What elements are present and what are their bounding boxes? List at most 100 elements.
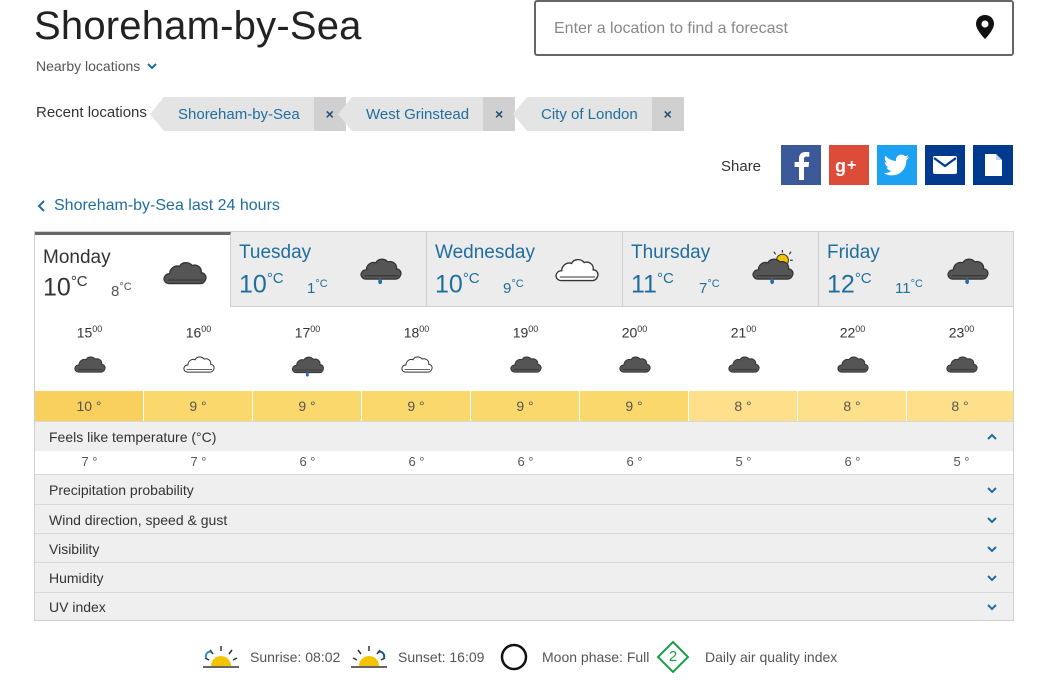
recent-locations-label: Recent locations bbox=[36, 104, 147, 121]
day-tab-monday[interactable]: Monday 10°C 8°C bbox=[35, 232, 231, 307]
day-low-temp: 1°C bbox=[307, 278, 328, 297]
sunrise-icon bbox=[203, 646, 239, 668]
cloudy-icon bbox=[163, 261, 207, 285]
last-24-hours-link[interactable]: Shoreham-by-Sea last 24 hours bbox=[36, 197, 280, 215]
day-summary-footer: Sunrise: 08:02 Sunset: 16:09 Moon phase:… bbox=[0, 640, 1050, 674]
chevron-down-icon bbox=[987, 575, 997, 582]
hour-temperature: 9 ° bbox=[253, 391, 361, 421]
nearby-locations-toggle[interactable]: Nearby locations bbox=[36, 58, 158, 74]
feels-like-value: 6 ° bbox=[299, 454, 316, 469]
humidity-section-toggle[interactable]: Humidity bbox=[35, 562, 1013, 592]
recent-location-link[interactable]: Shoreham-by-Sea bbox=[164, 97, 314, 131]
remove-location-button[interactable]: × bbox=[651, 97, 684, 131]
hour-label: 2100 bbox=[730, 324, 757, 341]
precipitation-label: Precipitation probability bbox=[49, 482, 194, 498]
sunset-text: Sunset: 16:09 bbox=[398, 649, 485, 665]
recent-location-link[interactable]: City of London bbox=[527, 97, 652, 131]
email-share-button[interactable] bbox=[925, 145, 965, 185]
chevron-left-icon bbox=[37, 200, 45, 212]
hour-temperature: 9 ° bbox=[144, 391, 252, 421]
day-high-temp: 12°C bbox=[827, 270, 872, 299]
uv-label: UV index bbox=[49, 599, 106, 615]
day-low-temp: 8°C bbox=[111, 281, 132, 300]
recent-location-chip: Shoreham-by-Sea × bbox=[150, 97, 346, 131]
forecast-panel: Monday 10°C 8°C Tuesday 10°C 1°C Wednesd… bbox=[34, 231, 1014, 621]
humidity-label: Humidity bbox=[49, 570, 104, 586]
cloudy-icon bbox=[618, 356, 651, 373]
chevron-down-icon bbox=[147, 63, 157, 70]
cloudy-icon bbox=[945, 356, 978, 373]
map-pin-icon[interactable] bbox=[974, 14, 996, 40]
facebook-share-button[interactable] bbox=[781, 145, 821, 185]
sunrise-text: Sunrise: 08:02 bbox=[250, 649, 341, 665]
hour-label: 1800 bbox=[403, 324, 430, 341]
hour-label: 2000 bbox=[621, 324, 648, 341]
day-name: Tuesday bbox=[239, 242, 312, 263]
sunset-info: Sunset: 16:09 bbox=[350, 640, 484, 674]
day-name: Wednesday bbox=[435, 242, 535, 263]
moon-phase-text: Moon phase: Full bbox=[542, 649, 650, 665]
hour-label: 2300 bbox=[948, 324, 975, 341]
visibility-section-toggle[interactable]: Visibility bbox=[35, 533, 1013, 562]
hour-temperature: 9 ° bbox=[362, 391, 470, 421]
chevron-down-icon bbox=[987, 517, 997, 524]
hour-label: 2200 bbox=[839, 324, 866, 341]
cloudy-icon bbox=[509, 356, 542, 373]
precipitation-section-toggle[interactable]: Precipitation probability bbox=[35, 474, 1013, 504]
hour-label: 1600 bbox=[185, 324, 212, 341]
cloudy-icon bbox=[836, 356, 869, 373]
day-tab-wednesday[interactable]: Wednesday 10°C 9°C bbox=[427, 232, 623, 307]
chevron-down-icon bbox=[987, 604, 997, 611]
day-name: Monday bbox=[43, 247, 111, 268]
last-24-hours-label: Shoreham-by-Sea last 24 hours bbox=[54, 197, 280, 214]
air-quality-info[interactable]: 2 Daily air quality index bbox=[656, 640, 837, 674]
remove-location-button[interactable]: × bbox=[483, 97, 516, 131]
google-plus-share-button[interactable]: g + bbox=[829, 145, 869, 185]
hour-temperature: 8 ° bbox=[907, 391, 1013, 421]
day-high-temp: 10°C bbox=[43, 273, 88, 302]
day-name: Thursday bbox=[631, 242, 711, 263]
hour-temperature: 9 ° bbox=[471, 391, 579, 421]
feels-like-value: 5 ° bbox=[735, 454, 752, 469]
full-moon-icon bbox=[500, 643, 528, 671]
location-search bbox=[534, 0, 1014, 56]
document-icon bbox=[985, 154, 1002, 176]
air-quality-value: 2 bbox=[668, 648, 678, 665]
twitter-share-button[interactable] bbox=[877, 145, 917, 185]
light-rain-icon bbox=[291, 356, 324, 377]
visibility-label: Visibility bbox=[49, 541, 100, 557]
day-name: Friday bbox=[827, 242, 880, 263]
document-share-button[interactable] bbox=[973, 145, 1013, 185]
cloudy-icon bbox=[727, 356, 760, 373]
day-tab-tuesday[interactable]: Tuesday 10°C 1°C bbox=[231, 232, 427, 307]
google-plus-icon: g + bbox=[835, 156, 856, 176]
sunrise-info: Sunrise: 08:02 bbox=[202, 640, 340, 674]
facebook-icon bbox=[794, 152, 810, 180]
cloudy-icon bbox=[73, 356, 106, 373]
location-title: Shoreham-by-Sea bbox=[34, 4, 362, 48]
svg-text:g: g bbox=[835, 156, 846, 176]
white-cloud-icon bbox=[182, 356, 215, 373]
feels-like-value: 6 ° bbox=[408, 454, 425, 469]
hour-label: 1500 bbox=[76, 324, 103, 341]
chevron-up-icon bbox=[987, 433, 997, 440]
day-low-temp: 7°C bbox=[699, 278, 720, 297]
day-tab-thursday[interactable]: Thursday 11°C 7°C bbox=[623, 232, 819, 307]
recent-location-chip: West Grinstead × bbox=[338, 97, 516, 131]
feels-like-label: Feels like temperature (°C) bbox=[49, 429, 217, 445]
search-input[interactable] bbox=[552, 16, 952, 42]
wind-section-toggle[interactable]: Wind direction, speed & gust bbox=[35, 504, 1013, 533]
hour-label: 1900 bbox=[512, 324, 539, 341]
feels-like-section-toggle[interactable]: Feels like temperature (°C) bbox=[35, 421, 1013, 451]
hour-temperature: 10 ° bbox=[35, 391, 143, 421]
chevron-down-icon bbox=[987, 487, 997, 494]
email-icon bbox=[933, 156, 957, 174]
moon-phase-info: Moon phase: Full bbox=[500, 640, 649, 674]
feels-like-value: 6 ° bbox=[626, 454, 643, 469]
recent-location-link[interactable]: West Grinstead bbox=[352, 97, 484, 131]
day-tab-friday[interactable]: Friday 12°C 11°C bbox=[819, 232, 1013, 307]
hour-temperature: 9 ° bbox=[580, 391, 688, 421]
uv-section-toggle[interactable]: UV index bbox=[35, 592, 1013, 620]
wind-label: Wind direction, speed & gust bbox=[49, 512, 228, 528]
share-label: Share bbox=[721, 158, 762, 175]
